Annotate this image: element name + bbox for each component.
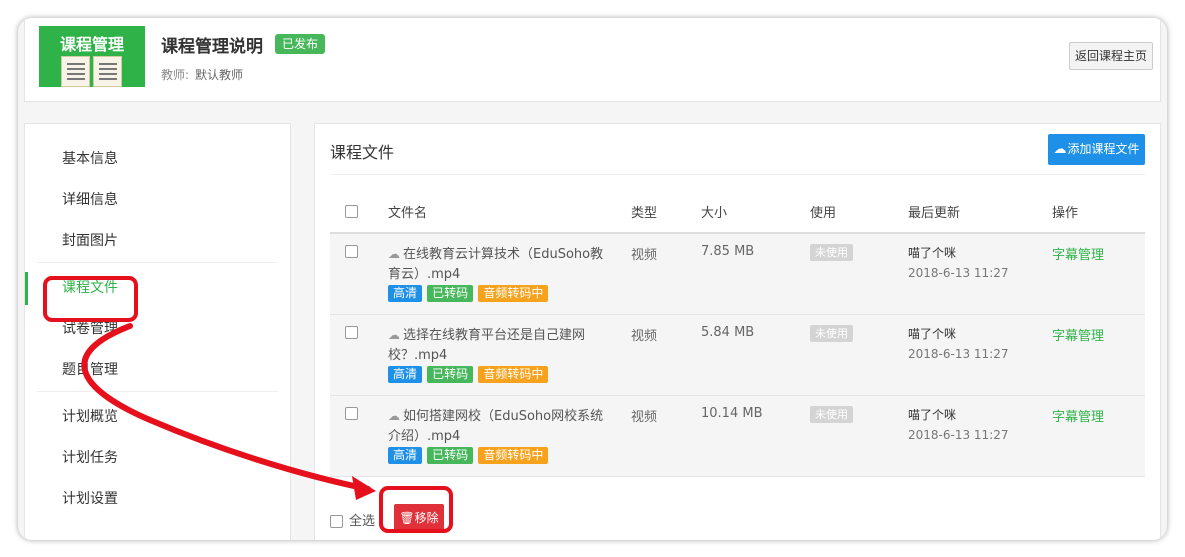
back-to-course-button[interactable]: 返回课程主页	[1069, 42, 1153, 70]
usage-badge: 未使用	[810, 405, 853, 423]
table-row: ☁ 选择在线教育平台还是自己建网校？.mp4 高清 已转码 音频转码中 视频 5.…	[330, 314, 1145, 395]
updated-at: 2018-6-13 11:27	[908, 346, 1009, 361]
select-all-header-checkbox[interactable]	[345, 205, 358, 218]
teacher-info: 教师: 默认教师	[161, 66, 243, 83]
files-table: 文件名 类型 大小 使用 最后更新 操作 ☁ 在线教育云计算技术（EduSoho教…	[330, 191, 1145, 477]
file-tags: 高清 已转码 音频转码中	[388, 285, 631, 303]
add-course-file-button[interactable]: ☁添加课程文件	[1048, 134, 1145, 165]
course-title: 课程管理说明	[161, 37, 263, 57]
tag-audio-transcoding: 音频转码中	[478, 446, 549, 464]
add-course-file-label: 添加课程文件	[1067, 142, 1140, 156]
updated-by: 喵了个咪	[908, 407, 957, 422]
course-cover-image: 课程管理	[39, 26, 145, 87]
divider	[330, 174, 1145, 175]
cover-title: 课程管理	[59, 35, 124, 54]
file-type: 视频	[631, 409, 658, 425]
row-checkbox[interactable]	[345, 406, 358, 420]
select-all-checkbox[interactable]	[330, 515, 343, 528]
usage-badge: 未使用	[810, 324, 853, 342]
file-name: 在线教育云计算技术（EduSoho教育云）.mp4	[388, 247, 604, 282]
course-header: 课程管理 课程管理说明 已发布 教师: 默认教师 返回课程主页	[24, 18, 1161, 102]
file-type: 视频	[631, 248, 658, 263]
subtitle-management-link[interactable]: 字幕管理	[1052, 329, 1104, 344]
column-header-usage: 使用	[810, 191, 908, 234]
file-type: 视频	[631, 328, 658, 344]
sidebar-item-question-management[interactable]: 题目管理	[37, 350, 278, 391]
updated-at: 2018-6-13 11:27	[908, 427, 1009, 442]
tag-transcoded: 已转码	[427, 285, 474, 302]
sidebar-item-plan-settings[interactable]: 计划设置	[37, 479, 278, 520]
row-checkbox[interactable]	[345, 245, 358, 258]
row-checkbox[interactable]	[345, 325, 358, 339]
column-header-name: 文件名	[388, 191, 631, 234]
tag-hd: 高清	[388, 446, 423, 464]
sidebar-item-detail-info[interactable]: 详细信息	[37, 180, 278, 221]
nav-group-course-info: 基本信息 详细信息 封面图片	[37, 139, 278, 263]
annotation-highlight-remove	[379, 486, 453, 533]
sidebar-item-plan-tasks[interactable]: 计划任务	[37, 438, 278, 479]
subtitle-management-link[interactable]: 字幕管理	[1052, 248, 1104, 263]
tag-transcoded: 已转码	[427, 446, 474, 464]
updated-at: 2018-6-13 11:27	[908, 266, 1009, 280]
file-size: 10.14 MB	[701, 405, 763, 421]
status-badge: 已发布	[275, 34, 326, 54]
cloud-icon: ☁	[388, 247, 400, 261]
page-title: 课程文件	[330, 143, 395, 162]
table-row: ☁ 在线教育云计算技术（EduSoho教育云）.mp4 高清 已转码 音频转码中 …	[330, 233, 1145, 314]
file-tags: 高清 已转码 音频转码中	[388, 365, 631, 384]
updated-by: 喵了个咪	[908, 246, 957, 260]
sidebar-item-cover-image[interactable]: 封面图片	[37, 221, 278, 262]
file-name: 如何搭建网校（EduSoho网校系统介绍）.mp4	[388, 408, 604, 444]
updated-by: 喵了个咪	[908, 326, 957, 341]
teacher-label: 教师:	[161, 68, 190, 82]
tag-audio-transcoding: 音频转码中	[478, 365, 549, 383]
book-illustration-icon	[61, 56, 123, 87]
usage-badge: 未使用	[810, 244, 853, 261]
subtitle-management-link[interactable]: 字幕管理	[1052, 410, 1104, 425]
select-all-label: 全选	[349, 514, 376, 529]
tag-hd: 高清	[388, 285, 423, 302]
annotation-highlight-course-files	[43, 276, 138, 322]
sidebar-item-plan-overview[interactable]: 计划概览	[37, 397, 278, 438]
column-header-updated: 最后更新	[908, 191, 1052, 234]
teacher-name: 默认教师	[195, 68, 244, 82]
tag-audio-transcoding: 音频转码中	[478, 285, 549, 302]
file-size: 5.84 MB	[701, 324, 755, 340]
tag-hd: 高清	[388, 365, 423, 383]
cloud-icon: ☁	[388, 327, 400, 342]
cloud-icon: ☁	[388, 408, 400, 423]
nav-group-plan: 计划概览 计划任务 计划设置	[37, 392, 278, 520]
file-tags: 高清 已转码 音频转码中	[388, 446, 631, 465]
file-name: 选择在线教育平台还是自己建网校？.mp4	[388, 327, 586, 363]
file-size: 7.85 MB	[701, 244, 755, 259]
course-files-panel: 课程文件 ☁添加课程文件 文件名 类型 大小 使用 最后更新 操作 ☁ 在线教育…	[314, 123, 1161, 540]
table-header-row: 文件名 类型 大小 使用 最后更新 操作	[330, 191, 1145, 234]
table-row: ☁ 如何搭建网校（EduSoho网校系统介绍）.mp4 高清 已转码 音频转码中 …	[330, 395, 1145, 476]
column-header-actions: 操作	[1052, 191, 1145, 234]
sidebar-nav: 基本信息 详细信息 封面图片 课程文件 试卷管理 题目管理 计划概览 计划任务 …	[24, 123, 291, 540]
select-all-control[interactable]: 全选	[330, 510, 375, 529]
sidebar-item-basic-info[interactable]: 基本信息	[37, 139, 278, 180]
cloud-upload-icon: ☁	[1053, 142, 1067, 157]
column-header-size: 大小	[701, 191, 810, 234]
column-header-type: 类型	[631, 191, 701, 234]
app-window: 课程管理 课程管理说明 已发布 教师: 默认教师 返回课程主页 基本信息 详细信息	[18, 18, 1167, 540]
tag-transcoded: 已转码	[427, 365, 474, 383]
